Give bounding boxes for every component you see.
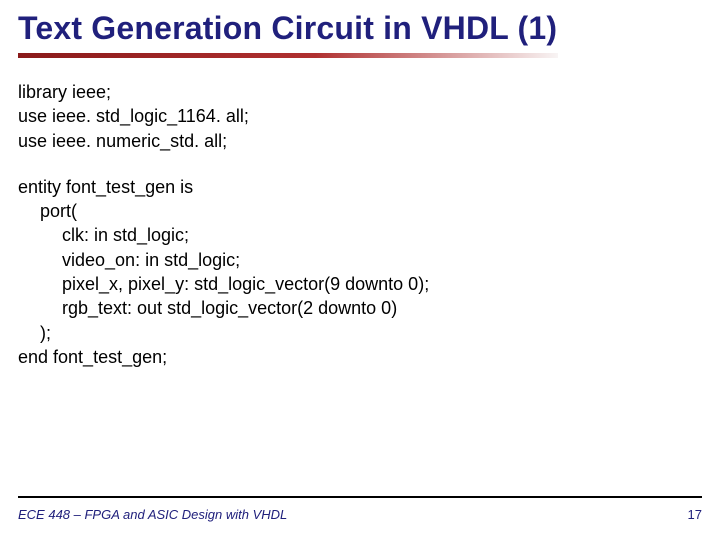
code-block: library ieee; use ieee. std_logic_1164. …	[18, 80, 702, 369]
blank-line	[18, 153, 702, 175]
slide-title: Text Generation Circuit in VHDL (1)	[18, 10, 702, 47]
code-line: video_on: in std_logic;	[18, 248, 702, 272]
code-line: );	[18, 321, 702, 345]
code-line: end font_test_gen;	[18, 345, 702, 369]
page-number: 17	[688, 507, 702, 522]
code-line: rgb_text: out std_logic_vector(2 downto …	[18, 296, 702, 320]
code-line: clk: in std_logic;	[18, 223, 702, 247]
code-line: entity font_test_gen is	[18, 175, 702, 199]
code-line: use ieee. std_logic_1164. all;	[18, 104, 702, 128]
slide: Text Generation Circuit in VHDL (1) libr…	[0, 0, 720, 540]
footer-rule	[18, 496, 702, 498]
code-line: port(	[18, 199, 702, 223]
footer-text: ECE 448 – FPGA and ASIC Design with VHDL	[18, 507, 287, 522]
code-line: library ieee;	[18, 80, 702, 104]
code-line: use ieee. numeric_std. all;	[18, 129, 702, 153]
title-underline	[18, 53, 558, 58]
code-line: pixel_x, pixel_y: std_logic_vector(9 dow…	[18, 272, 702, 296]
